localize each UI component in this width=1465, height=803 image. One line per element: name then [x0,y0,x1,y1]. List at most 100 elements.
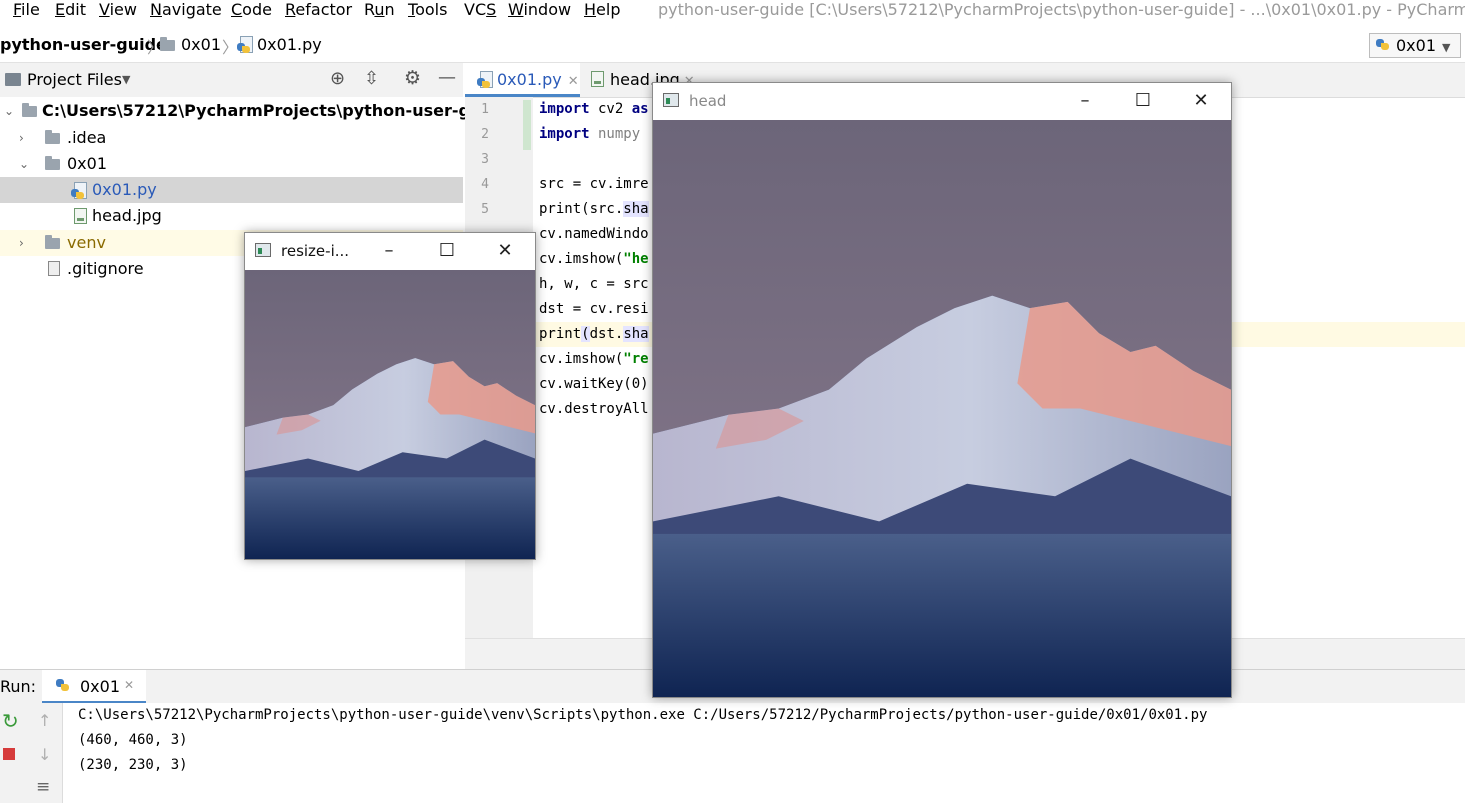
window-titlebar[interactable]: resize-i... – ☐ ✕ [245,233,535,269]
window-titlebar[interactable]: head – ☐ ✕ [653,83,1231,119]
python-icon [1376,37,1391,53]
close-icon[interactable]: ✕ [485,233,525,269]
close-icon[interactable]: ✕ [568,74,579,89]
chevron-down-icon[interactable]: ⌄ [4,98,14,124]
tree-item-head-jpg[interactable]: head.jpg [0,203,463,229]
chevron-down-icon[interactable]: ⌄ [19,151,29,177]
arrow-up-icon[interactable]: ↑ [38,711,51,730]
chevron-down-icon: ▼ [1442,41,1451,54]
run-toolbar: ↻ ↑ ↓ ≡ [0,703,63,803]
code-line: cv.waitKey(0) [539,376,649,392]
locate-icon[interactable]: ⊕ [330,68,345,89]
project-view-title[interactable]: Project Files [27,70,122,90]
resize-image-window[interactable]: resize-i... – ☐ ✕ [244,232,536,560]
maximize-icon[interactable]: ☐ [1123,83,1163,119]
python-icon [56,679,71,695]
mountain-image [245,270,535,559]
image-file-icon [74,208,87,224]
text-file-icon [48,261,60,276]
maximize-icon[interactable]: ☐ [427,233,467,269]
close-icon[interactable]: ✕ [124,678,134,692]
breadcrumb-file[interactable]: 0x01.py [237,35,322,55]
window-title: python-user-guide [C:\Users\57212\Pychar… [658,0,1465,19]
code-line: cv.imshow("he [539,251,649,267]
window-title: head [689,92,727,110]
menu-help[interactable]: Help [584,0,620,20]
mountain-image [653,120,1231,697]
python-file-icon [71,182,87,199]
chevron-down-icon[interactable]: ▼ [122,73,130,86]
menu-tools[interactable]: Tools [408,0,447,20]
code-line: h, w, c = src [539,276,649,292]
run-configuration-selector[interactable]: 0x01 ▼ [1369,33,1461,58]
gear-icon[interactable]: ⚙ [404,67,421,89]
menu-file[interactable]: File [13,0,40,20]
breadcrumb-separator: 〉 [222,38,239,57]
tab-run-0x01[interactable]: 0x01 ✕ [42,670,146,704]
python-file-icon [237,36,253,53]
line-number: 4 [481,177,489,192]
head-image-window[interactable]: head – ☐ ✕ [652,82,1232,698]
folder-icon [160,37,175,51]
window-title: resize-i... [281,242,350,260]
tree-item-0x01-py[interactable]: 0x01.py [0,177,463,203]
line-number: 2 [481,127,489,142]
collapse-all-icon[interactable]: ⇳ [364,68,379,89]
line-number: 1 [481,102,489,117]
code-line: dst = cv.resi [539,301,649,317]
console-line: (230, 230, 3) [78,757,188,773]
tab-0x01-py[interactable]: 0x01.py ✕ [465,63,580,97]
mountain-photo [245,270,535,559]
project-view-icon [5,73,21,86]
code-line: cv.destroyAll [539,401,649,417]
breadcrumb-folder[interactable]: 0x01 [160,35,221,55]
menu-refactor[interactable]: Refactor [285,0,352,20]
arrow-down-icon[interactable]: ↓ [38,745,51,764]
console-line: (460, 460, 3) [78,732,188,748]
app-icon [663,93,679,107]
code-line: import cv2 as [539,101,649,117]
breadcrumb-project[interactable]: python-user-guide [0,35,167,55]
code-line: cv.namedWindo [539,226,649,242]
code-line: print(dst.sha [539,326,649,342]
code-line: cv.imshow("re [539,351,649,367]
minimize-icon[interactable]: – [369,233,409,269]
change-marker [523,100,531,150]
rerun-icon[interactable]: ↻ [2,709,19,733]
tree-item-0x01[interactable]: ⌄ 0x01 [0,151,463,177]
minimize-icon[interactable]: – [1065,83,1105,119]
minimize-icon[interactable]: — [438,67,456,88]
menu-window[interactable]: Window [508,0,571,20]
project-panel-header: Project Files ▼ ⊕ ⇳ ⚙ — [0,63,463,98]
menu-code[interactable]: Code [231,0,272,20]
soft-wrap-icon[interactable]: ≡ [36,777,50,797]
menu-view[interactable]: View [99,0,137,20]
folder-icon [45,156,60,170]
image-file-icon [591,71,604,87]
chevron-right-icon[interactable]: › [19,230,24,256]
run-label: Run: [0,677,37,696]
run-console[interactable]: C:\Users\57212\PycharmProjects\python-us… [63,703,1465,803]
navigation-bar: python-user-guide 〉 0x01 〉 0x01.py 0x01 ▼ [0,30,1465,63]
menu-vcs[interactable]: VCS [464,0,496,20]
menu-bar: File Edit View Navigate Code Refactor Ru… [0,0,1465,22]
code-line: src = cv.imre [539,176,649,192]
line-number: 3 [481,152,489,167]
code-line: print(src.sha [539,201,649,217]
tree-item-project-root[interactable]: ⌄ C:\Users\57212\PycharmProjects\python-… [0,98,509,124]
chevron-right-icon[interactable]: › [19,125,24,151]
menu-run[interactable]: Run [364,0,395,20]
menu-navigate[interactable]: Navigate [150,0,222,20]
folder-icon [22,103,37,117]
stop-icon[interactable] [3,748,15,760]
line-number: 5 [481,202,489,217]
folder-icon [45,130,60,144]
menu-edit[interactable]: Edit [55,0,86,20]
tree-item-idea[interactable]: › .idea [0,125,463,151]
console-line: C:\Users\57212\PycharmProjects\python-us… [78,707,1208,723]
python-file-icon [477,71,493,88]
mountain-photo [653,120,1231,697]
close-icon[interactable]: ✕ [1181,83,1221,119]
folder-icon [45,235,60,249]
app-icon [255,243,271,257]
